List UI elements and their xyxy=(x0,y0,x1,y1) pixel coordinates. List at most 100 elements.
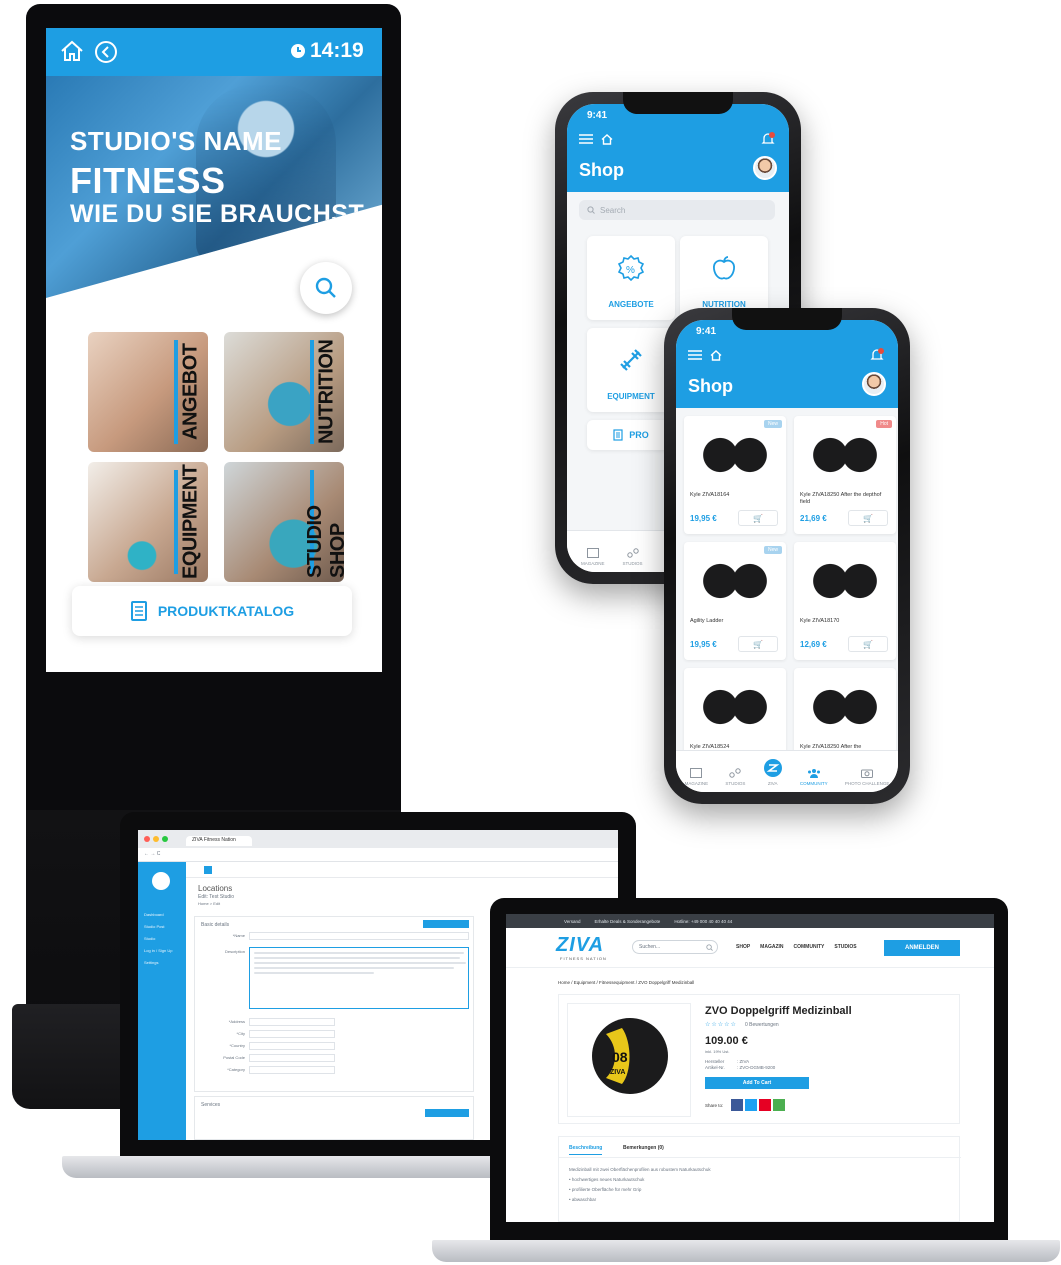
desc-line: Medizinball mit zwei Oberflächenprofilen… xyxy=(569,1167,711,1172)
product-card[interactable]: Hot Kyle ZIVA18250 After the depthof fiel… xyxy=(794,416,896,534)
product-tabs: Beschreibung Bemerkungen (0) Medizinball… xyxy=(558,1136,961,1222)
back-icon[interactable] xyxy=(94,40,118,64)
product-card[interactable]: New Agility Ladder 19,95 € 🛒 xyxy=(684,542,786,660)
add-to-cart-icon[interactable]: 🛒 xyxy=(848,510,888,526)
camera-icon xyxy=(861,768,874,778)
home-icon[interactable] xyxy=(710,350,722,361)
field-input[interactable] xyxy=(249,1054,335,1062)
nav-magazine[interactable]: MAGAZINE xyxy=(581,548,605,566)
home-icon[interactable] xyxy=(601,134,613,145)
studios-icon xyxy=(626,548,639,558)
twitter-icon[interactable] xyxy=(745,1099,757,1111)
nav-studios[interactable]: STUDIOS xyxy=(725,768,745,786)
field-input[interactable] xyxy=(249,1042,335,1050)
add-service-button[interactable] xyxy=(425,1109,469,1117)
tab-bemerkungen[interactable]: Bemerkungen (0) xyxy=(623,1145,664,1151)
pinterest-icon[interactable] xyxy=(759,1099,771,1111)
sidebar-item[interactable]: Dashboard xyxy=(144,912,164,917)
ziva-logo[interactable]: ZIVA xyxy=(556,934,604,957)
category-equipment[interactable]: EQUIPMENT xyxy=(587,328,675,412)
login-button[interactable]: ANMELDEN xyxy=(884,940,960,956)
magazine-icon xyxy=(586,548,599,558)
kiosk-search-button[interactable] xyxy=(300,262,352,314)
bell-icon[interactable] xyxy=(870,348,884,362)
add-to-cart-icon[interactable]: 🛒 xyxy=(848,636,888,652)
category-angebote[interactable]: % ANGEBOTE xyxy=(587,236,675,320)
menu-toggle-icon[interactable] xyxy=(204,866,212,874)
basic-details-panel: Basic details *Name Description *Address *C… xyxy=(194,916,474,1092)
search-input[interactable]: Search xyxy=(579,200,775,220)
reviews-count[interactable]: 0 Bewertungen xyxy=(745,1022,779,1028)
phone-front: 9:41 Shop New Kyle ZIVA18164 19,95 € 🛒 Hot Ky… xyxy=(664,308,910,804)
field-input[interactable] xyxy=(249,932,469,940)
product-card[interactable]: New Kyle ZIVA18164 19,95 € 🛒 xyxy=(684,416,786,534)
hero-studio-name: STUDIO'S NAME xyxy=(70,126,283,156)
kiosk-tile-studio-shop[interactable]: STUDIO SHOP xyxy=(224,462,344,582)
nav-photo-challenge[interactable]: PHOTO CHALLENGE xyxy=(845,768,889,786)
bell-icon[interactable] xyxy=(761,132,775,146)
kiosk-tile-nutrition[interactable]: NUTRITION xyxy=(224,332,344,452)
minimize-dot[interactable] xyxy=(153,836,159,842)
discount-icon: % xyxy=(617,254,645,282)
search-icon xyxy=(315,277,337,299)
laptop-front-screen: Versand Erhalte Deals & Sonderangebote H… xyxy=(506,914,994,1222)
field-input[interactable] xyxy=(249,1066,335,1074)
nav-magazine[interactable]: MAGAZINE xyxy=(685,768,708,786)
description-textarea[interactable] xyxy=(249,947,469,1009)
sidebar-item[interactable]: Studio Post xyxy=(144,924,164,929)
email-icon[interactable] xyxy=(773,1099,785,1111)
sidebar-item[interactable]: Studio xyxy=(144,936,155,941)
field-input[interactable] xyxy=(249,1018,335,1026)
menu-studios[interactable]: STUDIOS xyxy=(834,944,856,950)
tab-beschreibung[interactable]: Beschreibung xyxy=(569,1145,603,1155)
nav-arrows-icon[interactable]: ← → C xyxy=(144,851,160,857)
shop-header: ZIVA FITNESS NATION Suchen... SHOP MAGAZ… xyxy=(506,928,994,968)
product-card[interactable]: Kyle ZIVA18170 12,69 € 🛒 xyxy=(794,542,896,660)
desc-line: • hochwertiges neues Naturkautschuk xyxy=(569,1177,645,1182)
nav-studios[interactable]: STUDIOS xyxy=(623,548,643,566)
nav-ziva[interactable]: ZIVA xyxy=(763,758,783,786)
maximize-dot[interactable] xyxy=(162,836,168,842)
studios-icon xyxy=(729,768,742,778)
sidebar-item[interactable]: Settings xyxy=(144,960,158,965)
address-bar[interactable]: ← → C xyxy=(138,848,618,862)
field-input[interactable] xyxy=(249,1030,335,1038)
sidebar-item[interactable]: Log in / Sign Up xyxy=(144,948,172,953)
avatar[interactable] xyxy=(753,156,777,180)
kiosk-tile-equipment[interactable]: EQUIPMENT xyxy=(88,462,208,582)
product-price: 109.00 € xyxy=(705,1035,748,1047)
product-price: 12,69 € xyxy=(800,640,827,649)
rating-stars-icon[interactable]: ☆☆☆☆☆ xyxy=(705,1021,737,1028)
menu-magazin[interactable]: MAGAZIN xyxy=(760,944,783,950)
avatar[interactable] xyxy=(862,372,886,396)
share-label: Share to: xyxy=(705,1103,724,1108)
facebook-icon[interactable] xyxy=(731,1099,743,1111)
product-breadcrumb[interactable]: Home / Equipment / Fitnessequipment / ZV… xyxy=(558,980,694,985)
hero-slogan: WIE DU SIE BRAUCHST xyxy=(70,200,365,228)
ball-brand: ZIVA xyxy=(610,1069,625,1076)
kiosk-tile-angebot[interactable]: ANGEBOT xyxy=(88,332,208,452)
add-to-cart-button[interactable]: Add To Cart xyxy=(705,1077,809,1089)
shop-search-input[interactable]: Suchen... xyxy=(632,940,718,954)
field-label: *Category xyxy=(227,1067,245,1072)
magazine-icon xyxy=(690,768,703,778)
nav-community[interactable]: COMMUNITY xyxy=(800,768,828,786)
add-to-cart-icon[interactable]: 🛒 xyxy=(738,510,778,526)
field-label: *Address xyxy=(228,1019,245,1024)
product-image xyxy=(808,434,882,476)
category-produktkatalog[interactable]: PRO xyxy=(587,420,675,450)
menu-icon[interactable] xyxy=(579,134,593,144)
phone-notch xyxy=(732,308,842,330)
panel-action-button[interactable] xyxy=(423,920,469,928)
svg-text:%: % xyxy=(626,265,635,276)
close-dot[interactable] xyxy=(144,836,150,842)
product-card: 08 ZIVA ZVO Doppelgriff Medizinball ☆☆☆☆… xyxy=(558,994,960,1124)
add-to-cart-icon[interactable]: 🛒 xyxy=(738,636,778,652)
product-price: 19,95 € xyxy=(690,640,717,649)
menu-shop[interactable]: SHOP xyxy=(736,944,750,950)
browser-tab[interactable]: ZIVA Fitness Nation xyxy=(186,836,252,846)
menu-community[interactable]: COMMUNITY xyxy=(794,944,825,950)
produktkatalog-button[interactable]: PRODUKTKATALOG xyxy=(72,586,352,636)
menu-icon[interactable] xyxy=(688,350,702,360)
home-icon[interactable] xyxy=(60,40,84,62)
